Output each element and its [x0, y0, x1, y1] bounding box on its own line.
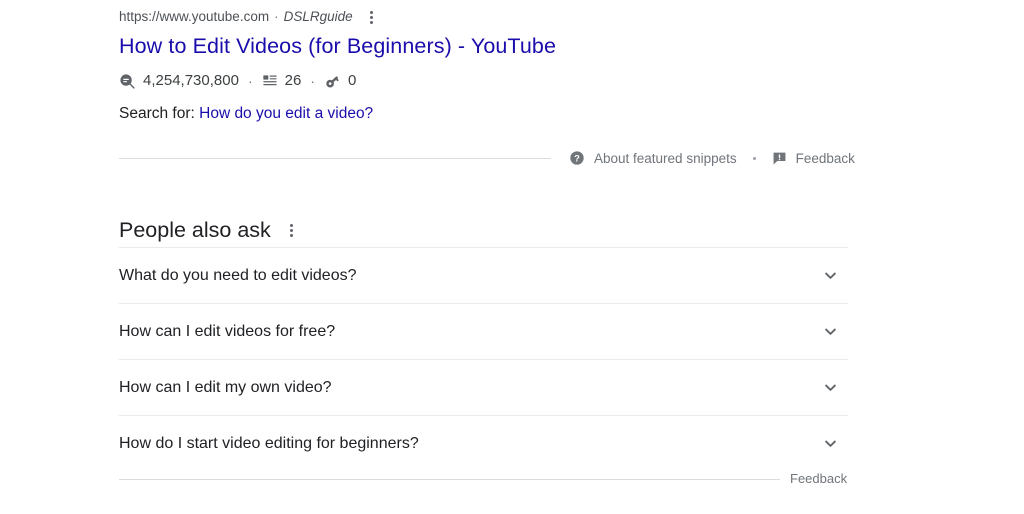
article-list-icon	[262, 73, 278, 89]
result-site-name: DSLRguide	[283, 9, 353, 24]
paa-footer: Feedback	[119, 470, 879, 488]
paa-question-row[interactable]: How do I start video editing for beginne…	[119, 416, 848, 471]
footer-separator-dot	[752, 156, 756, 160]
people-also-ask-header: People also ask	[119, 213, 848, 247]
paa-footer-divider	[119, 478, 780, 480]
paa-feedback-link[interactable]: Feedback	[790, 470, 847, 488]
svg-text:?: ?	[574, 153, 580, 163]
chevron-down-icon[interactable]	[818, 376, 842, 400]
snippet-footer: ? About featured snippets Feedback	[119, 146, 879, 170]
result-url-line: https://www.youtube.com · DSLRguide	[119, 8, 879, 26]
search-results-page: https://www.youtube.com · DSLRguide How …	[0, 0, 1024, 514]
stat-articles: 26	[262, 71, 302, 91]
paa-question-text: What do you need to edit videos?	[119, 266, 357, 284]
paa-question-text: How can I edit my own video?	[119, 378, 332, 396]
chevron-down-icon[interactable]	[818, 432, 842, 456]
search-for-query-link[interactable]: How do you edit a video?	[199, 105, 373, 122]
stat-articles-value: 26	[284, 72, 302, 89]
people-also-ask-section: People also ask What do you need to edit…	[119, 213, 848, 471]
stat-views: 4,254,730,800	[119, 71, 239, 91]
result-stats-row: 4,254,730,800 · 26 · 0	[119, 70, 879, 92]
stat-separator-1: ·	[247, 73, 253, 89]
three-dots-vertical-icon[interactable]	[285, 221, 299, 239]
magnifier-filled-icon	[119, 73, 136, 90]
question-mark-circle-icon: ?	[569, 150, 585, 166]
people-also-ask-title: People also ask	[119, 218, 271, 242]
chevron-down-icon[interactable]	[818, 320, 842, 344]
search-for-line: Search for: How do you edit a video?	[119, 103, 879, 124]
paa-question-text: How can I edit videos for free?	[119, 322, 336, 340]
result-url[interactable]: https://www.youtube.com	[119, 8, 269, 26]
search-for-label: Search for:	[119, 105, 195, 122]
chevron-down-icon[interactable]	[818, 264, 842, 288]
feedback-exclamation-icon	[772, 151, 787, 166]
paa-question-text: How do I start video editing for beginne…	[119, 434, 419, 452]
paa-question-row[interactable]: How can I edit my own video?	[119, 360, 848, 415]
paa-question-row[interactable]: How can I edit videos for free?	[119, 304, 848, 359]
paa-question-row[interactable]: What do you need to edit videos?	[119, 248, 848, 303]
snippet-divider	[119, 157, 551, 159]
about-featured-snippets-link[interactable]: About featured snippets	[594, 151, 737, 166]
stat-keys-value: 0	[347, 72, 357, 89]
url-separator: ·	[274, 9, 279, 24]
three-dots-vertical-icon[interactable]	[365, 8, 379, 26]
stat-separator-2: ·	[310, 73, 315, 89]
stat-views-value: 4,254,730,800	[143, 72, 239, 89]
key-icon	[324, 73, 341, 90]
featured-snippet-block: https://www.youtube.com · DSLRguide How …	[119, 8, 879, 124]
result-title-link[interactable]: How to Edit Videos (for Beginners) - You…	[119, 33, 879, 60]
stat-keys: 0	[324, 71, 356, 91]
snippet-actions: ? About featured snippets Feedback	[569, 150, 855, 166]
snippet-feedback-link[interactable]: Feedback	[796, 151, 855, 166]
